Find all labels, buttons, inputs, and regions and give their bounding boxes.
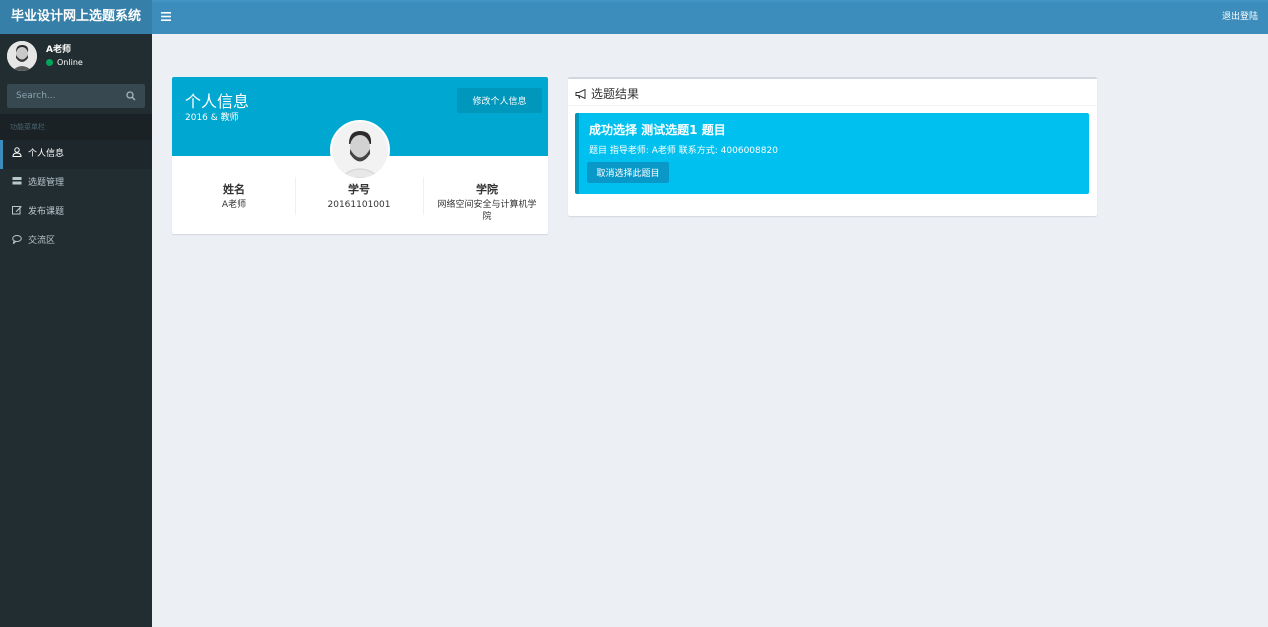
stat-label: 学院 [476, 183, 498, 196]
user-status-text: Online [57, 58, 83, 67]
stat-id: 学号 20161101001 [297, 181, 421, 211]
bullhorn-icon [575, 89, 586, 99]
profile-card: 个人信息 2016 & 教师 修改个人信息 姓名 A老师 学号 20161101… [172, 77, 548, 234]
sidebar-item-publish-topic[interactable]: 发布课题 [0, 198, 152, 227]
hamburger-icon[interactable] [158, 9, 174, 25]
result-callout: 成功选择 测试选题1 题目 题目 指导老师: A老师 联系方式: 4006008… [575, 113, 1089, 194]
edit-icon [12, 206, 22, 215]
callout-text: 题目 指导老师: A老师 联系方式: 4006008820 [589, 146, 778, 156]
user-icon [12, 147, 22, 157]
user-status: Online [46, 58, 83, 67]
sidebar-menu: 个人信息 选题管理 发布课题 交流区 [0, 140, 152, 256]
profile-subtitle: 2016 & 教师 [185, 113, 239, 123]
stat-value: 20161101001 [327, 200, 391, 210]
callout-title: 成功选择 测试选题1 题目 [589, 123, 726, 137]
stat-label: 姓名 [223, 183, 245, 196]
sidebar-item-topic-management[interactable]: 选题管理 [0, 169, 152, 198]
logout-link[interactable]: 退出登陆 [1222, 0, 1258, 34]
cancel-selection-button[interactable]: 取消选择此题目 [587, 162, 669, 183]
divider [568, 105, 1097, 106]
top-navbar: 退出登陆 [152, 0, 1268, 34]
stat-name: 姓名 A老师 [172, 181, 296, 211]
sidebar-search [7, 84, 145, 108]
stat-divider [423, 177, 424, 215]
comment-icon [12, 235, 22, 244]
avatar [7, 41, 37, 71]
online-status-icon [46, 59, 53, 66]
stat-college: 学院 网络空间安全与计算机学院 [426, 181, 548, 223]
result-header: 选题结果 [575, 85, 639, 102]
sidebar-item-label: 发布课题 [28, 207, 65, 217]
stat-value: A老师 [221, 200, 247, 210]
sidebar-item-profile[interactable]: 个人信息 [0, 140, 152, 169]
sidebar-item-forum[interactable]: 交流区 [0, 227, 152, 256]
menu-header: 功能菜单栏 [0, 114, 152, 140]
sidebar-item-label: 选题管理 [28, 178, 65, 188]
profile-avatar [330, 120, 390, 180]
sidebar: A老师 Online 功能菜单栏 个人信息 选题管理 发布课题 交流区 [0, 34, 152, 627]
profile-title: 个人信息 [185, 92, 250, 111]
result-title: 选题结果 [591, 87, 640, 101]
sidebar-item-label: 交流区 [28, 236, 56, 246]
stat-value: 网络空间安全与计算机学院 [437, 200, 537, 222]
search-icon[interactable] [126, 91, 136, 101]
app-logo[interactable]: 毕业设计网上选题系统 [0, 0, 152, 34]
user-name: A老师 [46, 45, 71, 55]
stat-divider [295, 177, 296, 215]
search-input[interactable] [7, 84, 126, 108]
user-panel: A老师 Online [0, 34, 152, 78]
stat-label: 学号 [348, 183, 370, 196]
server-icon [12, 177, 22, 185]
result-card: 选题结果 成功选择 测试选题1 题目 题目 指导老师: A老师 联系方式: 40… [568, 77, 1097, 216]
edit-profile-button[interactable]: 修改个人信息 [457, 88, 542, 113]
sidebar-item-label: 个人信息 [28, 149, 65, 159]
